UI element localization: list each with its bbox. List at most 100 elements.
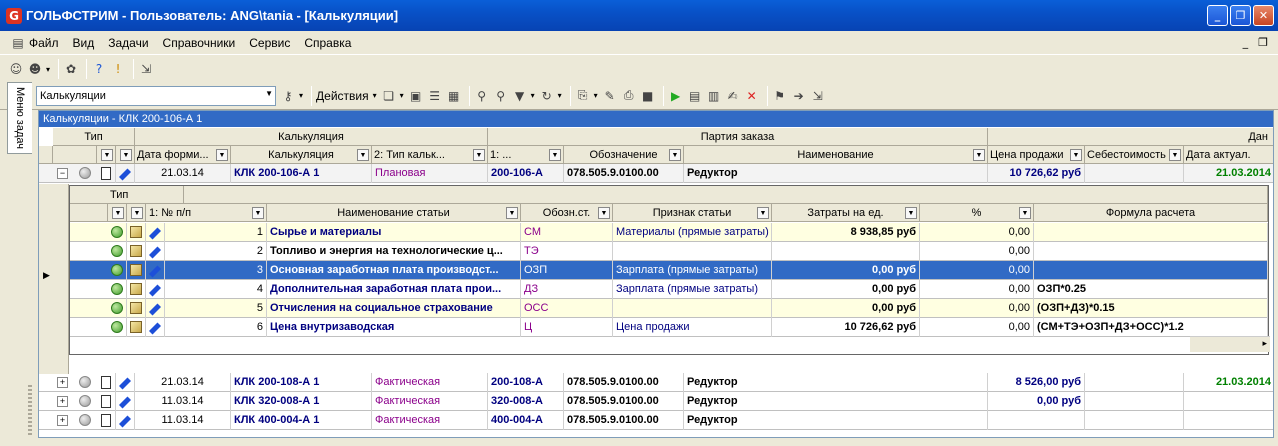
detail-row[interactable]: 1 Сырье и материалы СМ Материалы (прямые… <box>70 223 1268 242</box>
mdi-minimize-button[interactable]: _ <box>1243 36 1249 49</box>
print-icon[interactable]: ⎙ <box>621 88 637 104</box>
detail-row-selected[interactable]: 3 Основная заработная плата производст..… <box>70 261 1268 280</box>
clipboard-icon[interactable]: ▣ <box>408 88 424 104</box>
pen-icon[interactable] <box>118 396 132 409</box>
col-calculation[interactable]: Калькуляция ▼ <box>231 146 372 164</box>
file-icon[interactable] <box>130 226 142 239</box>
find-next-icon[interactable]: ⚲ <box>493 88 509 104</box>
restore-button[interactable]: ❐ <box>1230 5 1251 26</box>
edit-doc-icon[interactable]: ✍ <box>725 88 741 104</box>
splitter-handle[interactable] <box>28 385 32 435</box>
menu-references[interactable]: Справочники <box>163 36 236 50</box>
document-icon[interactable] <box>101 413 111 427</box>
copy-icon[interactable]: ❏ <box>381 88 397 104</box>
menu-service[interactable]: Сервис <box>249 36 290 50</box>
detail-row[interactable]: 2 Топливо и энергия на технологические ц… <box>70 242 1268 261</box>
detail-col-formula[interactable]: Формула расчета <box>1034 204 1268 222</box>
detail-col-code[interactable]: Обозн.ст. ▼ <box>521 204 613 222</box>
file-icon[interactable] <box>130 302 142 315</box>
menu-help[interactable]: Справка <box>304 36 351 50</box>
file-icon[interactable] <box>130 245 142 258</box>
pen-icon[interactable] <box>148 227 162 240</box>
pen-icon[interactable] <box>148 246 162 259</box>
table-row[interactable]: + 21.03.14 КЛК 200-108-А 1 Фактическая 2… <box>39 373 1273 392</box>
type-filter-2[interactable]: ▼ <box>116 146 135 164</box>
document-icon[interactable] <box>101 394 111 408</box>
close-button[interactable]: ✕ <box>1253 5 1274 26</box>
cell-item: Сырье и материалы <box>267 223 521 242</box>
col-cost[interactable]: Себестоимость ▼ <box>1085 146 1184 164</box>
col-designation[interactable]: Обозначение ▼ <box>564 146 684 164</box>
help-icon[interactable]: ? <box>91 61 107 77</box>
exit-icon[interactable]: ⇲ <box>138 61 154 77</box>
list-view-icon[interactable]: ☰ <box>427 88 443 104</box>
minimize-button[interactable]: _ <box>1207 5 1228 26</box>
col-n1[interactable]: 1: ... ▼ <box>488 146 564 164</box>
detail-col-sign[interactable]: Признак статьи ▼ <box>613 204 772 222</box>
user-add-icon[interactable]: ☻ <box>27 61 43 77</box>
type-filter-1[interactable]: ▼ <box>97 146 116 164</box>
pen-icon[interactable] <box>148 284 162 297</box>
col-update-date[interactable]: Дата актуал. <box>1184 146 1273 164</box>
file-icon[interactable] <box>130 283 142 296</box>
file-icon[interactable] <box>130 264 142 277</box>
document-icon[interactable] <box>101 166 111 180</box>
row-expander[interactable]: − <box>57 168 68 179</box>
detail-type-filter-1[interactable]: ▼ <box>108 204 127 222</box>
bookmark-icon[interactable]: ⚑ <box>772 88 788 104</box>
table-row[interactable]: + 11.03.14 КЛК 400-004-А 1 Фактическая 4… <box>39 411 1273 430</box>
run-icon[interactable]: ▶ <box>668 88 684 104</box>
menu-view[interactable]: Вид <box>73 36 95 50</box>
detail-col-num[interactable]: 1: № п/п ▼ <box>146 204 267 222</box>
menu-tasks[interactable]: Задачи <box>108 36 148 50</box>
col-calc-type[interactable]: 2: Тип кальк... ▼ <box>372 146 488 164</box>
menu-file[interactable]: Файл <box>29 36 59 50</box>
delete-icon[interactable]: ✕ <box>744 88 760 104</box>
pen-icon[interactable] <box>148 322 162 335</box>
grid-view-icon[interactable]: ▦ <box>446 88 462 104</box>
detail-col-item[interactable]: Наименование статьи ▼ <box>267 204 521 222</box>
detail-row[interactable]: 5 Отчисления на социальное страхование О… <box>70 299 1268 318</box>
forward-icon[interactable]: ➔ <box>791 88 807 104</box>
detail-row[interactable]: 4 Дополнительная заработная плата прои..… <box>70 280 1268 299</box>
exit-doc-icon[interactable]: ⇲ <box>810 88 826 104</box>
row-expander[interactable]: + <box>57 396 68 407</box>
find-icon[interactable]: ⚲ <box>474 88 490 104</box>
col-price[interactable]: Цена продажи ▼ <box>988 146 1085 164</box>
cell-calc-type: Плановая <box>372 164 488 183</box>
export-icon[interactable]: ⎘ <box>575 88 591 104</box>
new-docs-icon[interactable]: ▥ <box>706 88 722 104</box>
puzzle-icon[interactable]: ✿ <box>63 61 79 77</box>
detail-col-pct[interactable]: % ▼ <box>920 204 1034 222</box>
users-icon[interactable]: ☺ <box>8 61 24 77</box>
stop-icon[interactable]: ■ <box>640 88 656 104</box>
filter-icon[interactable]: ▼ <box>512 88 528 104</box>
search-key-icon[interactable]: ⚷ <box>280 88 296 104</box>
task-menu-tab[interactable]: Меню задач <box>7 82 32 154</box>
table-row[interactable]: − 21.03.14 КЛК 200-106-А 1 Плановая 200-… <box>39 164 1273 183</box>
detail-col-cost[interactable]: Затраты на ед. ▼ <box>772 204 920 222</box>
pen-icon[interactable] <box>118 168 132 181</box>
pen-icon[interactable] <box>118 415 132 428</box>
document-icon[interactable] <box>101 375 111 389</box>
pen-icon[interactable] <box>148 265 162 278</box>
col-date[interactable]: Дата форми... ▼ <box>135 146 231 164</box>
row-expander[interactable]: + <box>57 415 68 426</box>
col-name[interactable]: Наименование ▼ <box>684 146 988 164</box>
window-title: ГОЛЬФСТРИМ - Пользователь: ANG\tania - [… <box>26 8 399 23</box>
table-row[interactable]: + 11.03.14 КЛК 320-008-А 1 Фактическая 3… <box>39 392 1273 411</box>
new-doc-icon[interactable]: ▤ <box>687 88 703 104</box>
file-icon[interactable] <box>130 321 142 334</box>
row-expander[interactable]: + <box>57 377 68 388</box>
edit-icon[interactable]: ✎ <box>602 88 618 104</box>
mdi-restore-button[interactable]: ❐ <box>1258 36 1268 49</box>
actions-menu-button[interactable]: Действия <box>316 89 369 103</box>
detail-row[interactable]: 6 Цена внутризаводская Ц Цена продажи 10… <box>70 318 1268 337</box>
refresh-icon[interactable]: ↻ <box>539 88 555 104</box>
info-icon[interactable]: ! <box>110 61 126 77</box>
pen-icon[interactable] <box>118 377 132 390</box>
horizontal-scrollbar[interactable]: ▸ <box>1190 336 1270 352</box>
detail-type-filter-2[interactable]: ▼ <box>127 204 146 222</box>
document-type-select[interactable]: Калькуляции ▼ <box>36 85 276 106</box>
pen-icon[interactable] <box>148 303 162 316</box>
